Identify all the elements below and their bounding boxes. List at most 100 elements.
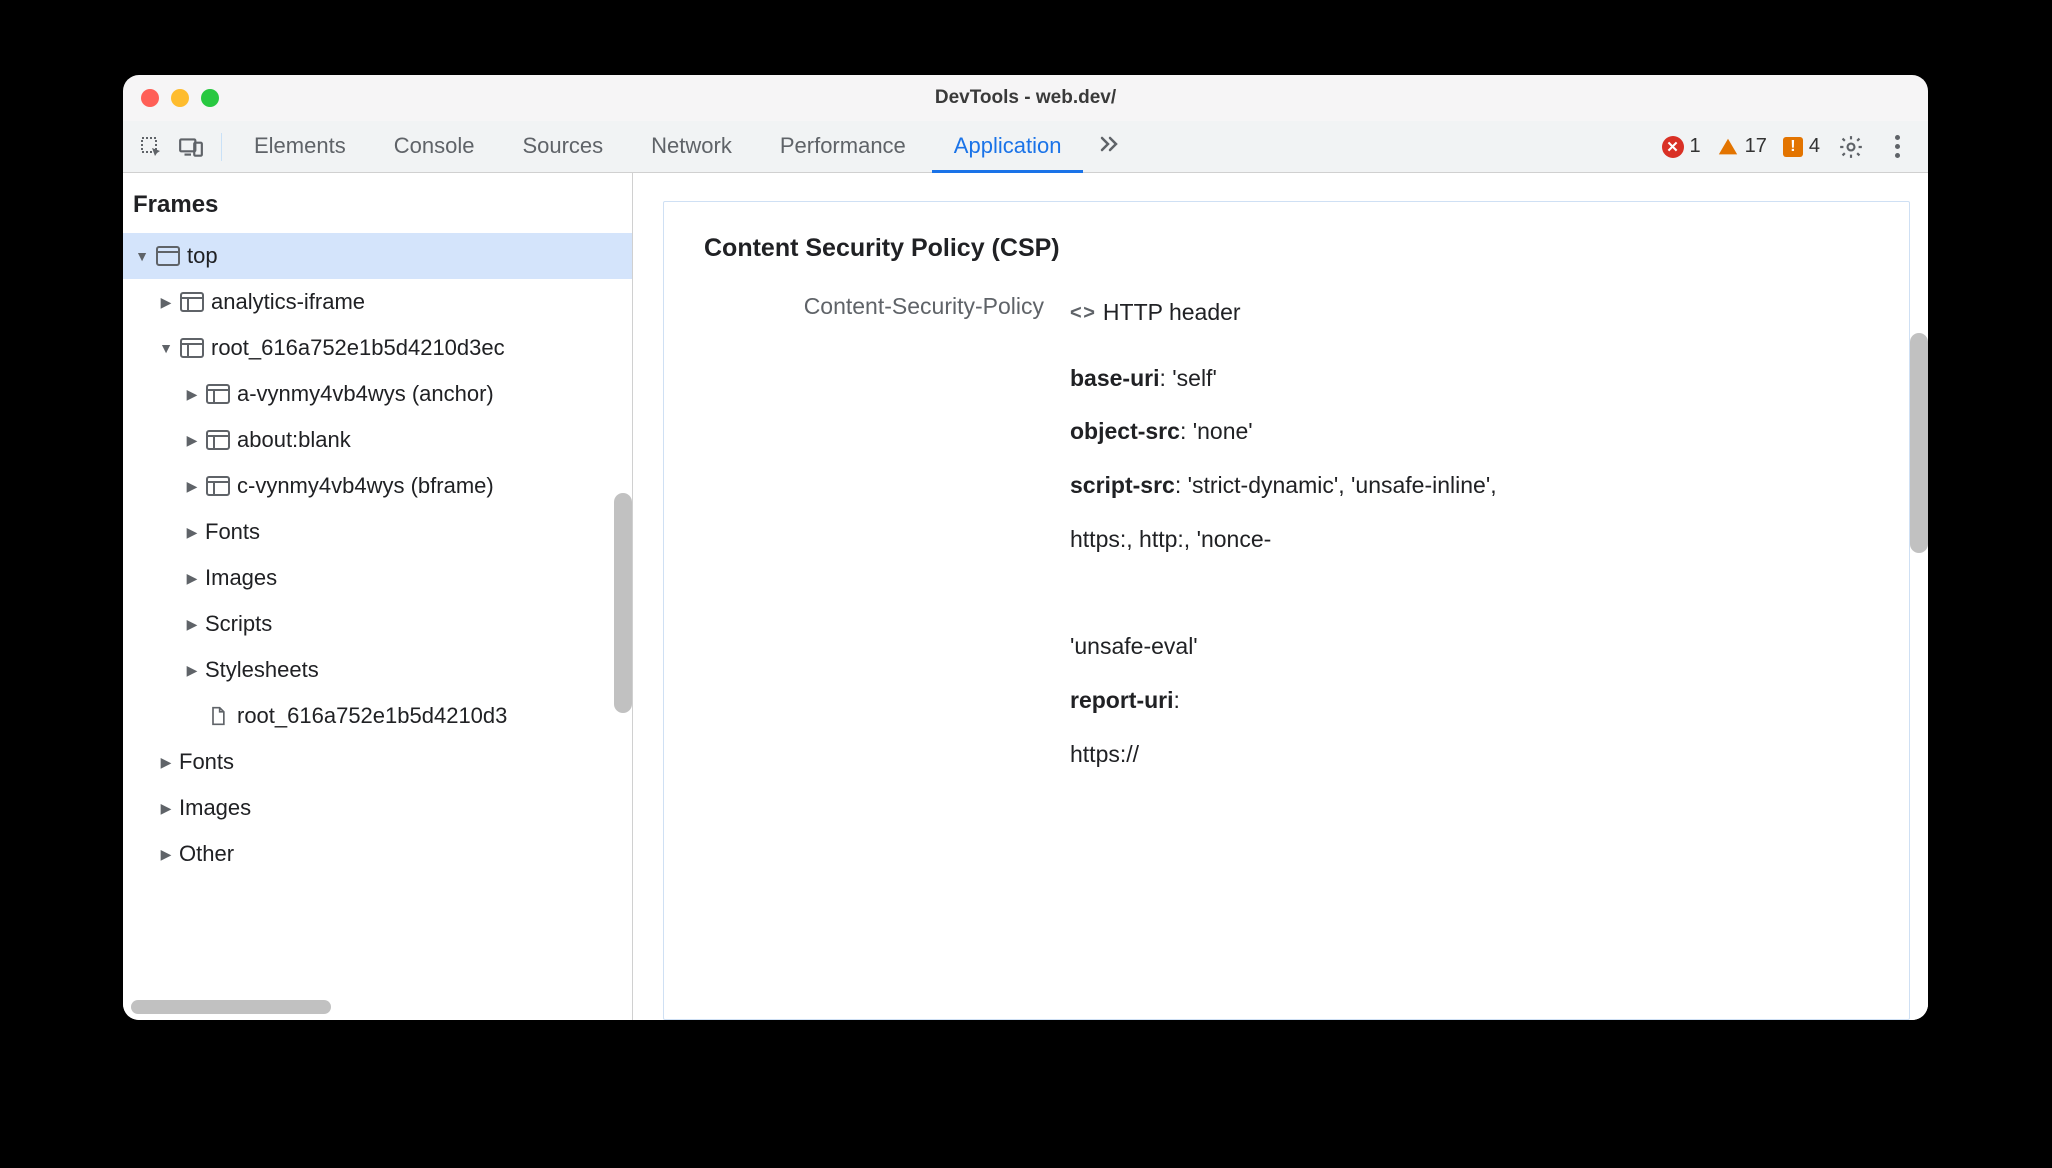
csp-header-value: < > HTTP header base-uri: 'self' object-s… <box>1044 291 1869 786</box>
sidebar-horizontal-scrollbar[interactable] <box>131 1000 331 1014</box>
frame-icon <box>205 430 231 450</box>
tree-row-label: analytics-iframe <box>211 289 365 315</box>
disclosure-triangle-icon[interactable] <box>185 432 199 449</box>
csp-directive: report-uri: <box>1070 679 1869 723</box>
tree-row[interactable]: root_616a752e1b5d4210d3ec <box>123 325 632 371</box>
disclosure-triangle-icon[interactable] <box>185 524 199 541</box>
tree-row-label: c-vynmy4vb4wys (bframe) <box>237 473 494 499</box>
tree-row[interactable]: Fonts <box>123 739 632 785</box>
disclosure-triangle-icon[interactable] <box>185 616 199 633</box>
devtools-window: DevTools - web.dev/ Elements Console Sou… <box>123 75 1928 1020</box>
element-picker-icon[interactable] <box>131 127 171 167</box>
status-counts: ✕ 1 17 ! 4 <box>1662 135 1821 158</box>
tree-row[interactable]: Images <box>123 785 632 831</box>
fullscreen-window-button[interactable] <box>201 89 219 107</box>
tree-row-label: Other <box>179 841 234 867</box>
issue-count[interactable]: ! 4 <box>1783 135 1820 158</box>
close-window-button[interactable] <box>141 89 159 107</box>
tree-row[interactable]: analytics-iframe <box>123 279 632 325</box>
tree-row[interactable]: Other <box>123 831 632 877</box>
tree-row-label: about:blank <box>237 427 351 453</box>
csp-header-row: Content-Security-Policy < > HTTP header … <box>704 291 1869 786</box>
tree-row[interactable]: Stylesheets <box>123 647 632 693</box>
tree-row[interactable]: top <box>123 233 632 279</box>
csp-directive: 'unsafe-eval' <box>1070 625 1869 669</box>
tree-row[interactable]: a-vynmy4vb4wys (anchor) <box>123 371 632 417</box>
tab-sources[interactable]: Sources <box>500 122 625 173</box>
tab-application[interactable]: Application <box>932 122 1084 173</box>
tree-row-label: Images <box>205 565 277 591</box>
tab-elements[interactable]: Elements <box>232 122 368 173</box>
disclosure-triangle-icon[interactable] <box>159 294 173 311</box>
tree-row-label: Fonts <box>179 749 234 775</box>
tree-row[interactable]: Images <box>123 555 632 601</box>
tab-performance[interactable]: Performance <box>758 122 928 173</box>
tree-row[interactable]: about:blank <box>123 417 632 463</box>
settings-button[interactable] <box>1834 130 1868 164</box>
disclosure-triangle-icon[interactable] <box>159 800 173 817</box>
device-toggle-icon[interactable] <box>171 127 211 167</box>
warning-count-value: 17 <box>1745 135 1767 158</box>
csp-directive: script-src: 'strict-dynamic', 'unsafe-in… <box>1070 464 1869 508</box>
tree-row[interactable]: root_616a752e1b5d4210d3 <box>123 693 632 739</box>
tree-row[interactable]: c-vynmy4vb4wys (bframe) <box>123 463 632 509</box>
tab-network[interactable]: Network <box>629 122 754 173</box>
disclosure-triangle-icon[interactable] <box>159 846 173 863</box>
tree-row-label: Fonts <box>205 519 260 545</box>
more-tabs-button[interactable] <box>1087 132 1131 162</box>
code-icon: < > <box>1070 294 1093 332</box>
tree-row[interactable]: Fonts <box>123 509 632 555</box>
tree-row[interactable]: Scripts <box>123 601 632 647</box>
tree-row-label: top <box>187 243 218 269</box>
csp-section: Content Security Policy (CSP) Content-Se… <box>663 201 1910 1020</box>
issue-icon: ! <box>1783 137 1803 157</box>
sidebar-vertical-scrollbar[interactable] <box>614 493 632 713</box>
disclosure-triangle-icon[interactable] <box>135 248 149 264</box>
csp-directive <box>1070 571 1869 615</box>
error-count-value: 1 <box>1690 135 1701 158</box>
tree-row-label: Scripts <box>205 611 272 637</box>
tree-row-label: Images <box>179 795 251 821</box>
frame-icon <box>179 292 205 312</box>
section-title: Content Security Policy (CSP) <box>704 234 1869 263</box>
tab-console[interactable]: Console <box>372 122 497 173</box>
frame-icon <box>205 384 231 404</box>
disclosure-triangle-icon[interactable] <box>185 386 199 403</box>
warning-icon <box>1717 136 1739 158</box>
minimize-window-button[interactable] <box>171 89 189 107</box>
csp-directive: object-src: 'none' <box>1070 410 1869 454</box>
error-icon: ✕ <box>1662 136 1684 158</box>
csp-directive: base-uri: 'self' <box>1070 357 1869 401</box>
disclosure-triangle-icon[interactable] <box>159 754 173 771</box>
window-title: DevTools - web.dev/ <box>123 87 1928 109</box>
disclosure-triangle-icon[interactable] <box>159 340 173 356</box>
more-menu-button[interactable] <box>1880 130 1914 164</box>
frames-sidebar: Frames top analytics-iframe root_616a752e1… <box>123 173 633 1020</box>
main-panel: Content Security Policy (CSP) Content-Se… <box>633 173 1928 1020</box>
toolbar-divider <box>221 133 222 161</box>
frame-icon <box>179 338 205 358</box>
csp-directive: https:, http:, 'nonce- <box>1070 518 1869 562</box>
csp-source-label: HTTP header <box>1103 291 1241 335</box>
error-count[interactable]: ✕ 1 <box>1662 135 1701 158</box>
sidebar-header: Frames <box>123 173 632 233</box>
panel-tabs: Elements Console Sources Network Perform… <box>232 121 1131 172</box>
main-vertical-scrollbar[interactable] <box>1910 333 1928 553</box>
csp-directive: https:// <box>1070 733 1869 777</box>
window-icon <box>155 246 181 266</box>
warning-count[interactable]: 17 <box>1717 135 1767 158</box>
issue-count-value: 4 <box>1809 135 1820 158</box>
csp-header-key: Content-Security-Policy <box>704 291 1044 320</box>
disclosure-triangle-icon[interactable] <box>185 570 199 587</box>
frame-icon <box>205 476 231 496</box>
frames-tree[interactable]: top analytics-iframe root_616a752e1b5d4210… <box>123 233 632 1020</box>
devtools-body: Frames top analytics-iframe root_616a752e1… <box>123 173 1928 1020</box>
doc-icon <box>205 706 231 726</box>
tree-row-label: Stylesheets <box>205 657 319 683</box>
disclosure-triangle-icon[interactable] <box>185 662 199 679</box>
tree-row-label: root_616a752e1b5d4210d3ec <box>211 335 505 361</box>
disclosure-triangle-icon[interactable] <box>185 478 199 495</box>
tree-row-label: root_616a752e1b5d4210d3 <box>237 703 507 729</box>
csp-directives: base-uri: 'self' object-src: 'none' script… <box>1070 357 1869 777</box>
tree-row-label: a-vynmy4vb4wys (anchor) <box>237 381 494 407</box>
